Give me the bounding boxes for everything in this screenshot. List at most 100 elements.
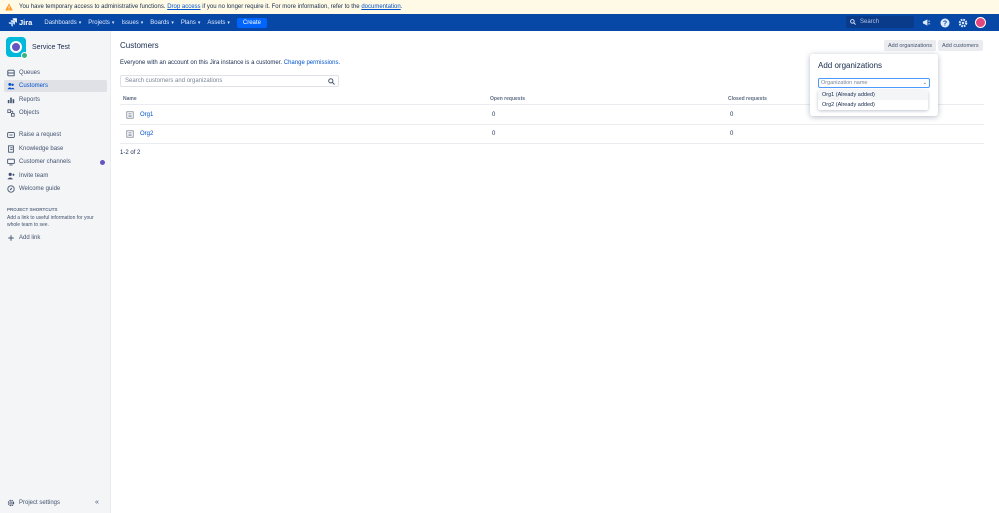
sidebar-item-reports[interactable]: Reports xyxy=(4,94,107,106)
sidebar-item-label: Customer channels xyxy=(19,159,71,165)
settings-gear-icon xyxy=(7,499,15,507)
chevron-down-icon: ▾ xyxy=(140,19,144,26)
organization-link[interactable]: Org1 xyxy=(140,112,153,118)
nav-issues[interactable]: Issues ▾ xyxy=(121,20,143,26)
svg-text:?: ? xyxy=(942,20,946,27)
page-title: Customers xyxy=(120,41,159,50)
nav-label: Projects xyxy=(88,19,110,26)
add-organizations-dialog: Add organizations Organization name ⌄ Or… xyxy=(810,54,938,116)
plus-icon xyxy=(7,234,15,242)
organization-name-input[interactable]: Organization name ⌄ xyxy=(818,78,930,88)
nav-dashboards[interactable]: Dashboards ▾ xyxy=(44,20,81,26)
sidebar-item-label: Welcome guide xyxy=(19,186,61,192)
help-icon[interactable]: ? xyxy=(939,17,950,28)
table-cell-open-requests: 0 xyxy=(492,131,496,137)
project-name: Service Test xyxy=(32,43,70,51)
table-row-divider xyxy=(120,143,984,144)
raise-request-icon xyxy=(7,131,15,139)
nav-assets[interactable]: Assets ▾ xyxy=(207,20,230,26)
banner-text-end: . xyxy=(400,4,403,10)
add-link-button[interactable]: Add link xyxy=(4,232,107,244)
sidebar-item-customers[interactable]: Customers xyxy=(4,80,107,92)
chevron-down-icon: ▾ xyxy=(111,19,115,26)
queues-icon xyxy=(7,69,15,77)
banner-text: You have temporary access to administrat… xyxy=(19,4,166,10)
reports-icon xyxy=(7,96,15,104)
table-cell-closed-requests: 0 xyxy=(730,131,734,137)
sidebar-item-label: Queues xyxy=(19,70,41,76)
project-header[interactable]: Service Test xyxy=(0,31,110,59)
table-cell-open-requests: 0 xyxy=(492,112,496,118)
change-permissions-link[interactable]: Change permissions. xyxy=(284,60,340,66)
nav-label: Boards xyxy=(150,19,170,26)
dropdown-option-org1[interactable]: Org1 (Already added) xyxy=(818,90,928,100)
sidebar-item-customer-channels[interactable]: Customer channels xyxy=(4,156,107,168)
monitor-icon xyxy=(7,158,15,166)
sidebar-item-label: Objects xyxy=(19,110,40,116)
sidebar-item-queues[interactable]: Queues xyxy=(4,67,107,79)
project-settings-label: Project settings xyxy=(19,500,61,506)
drop-access-link[interactable]: Drop access xyxy=(167,4,200,10)
dialog-title: Add organizations xyxy=(818,61,883,70)
nav-plans[interactable]: Plans ▾ xyxy=(181,20,201,26)
collapse-sidebar-icon[interactable]: « xyxy=(95,499,99,506)
add-organizations-button[interactable]: Add organizations xyxy=(884,40,937,51)
sidebar-item-objects[interactable]: Objects xyxy=(4,107,107,119)
project-settings-link[interactable]: Project settings xyxy=(7,499,60,507)
sidebar-item-knowledge-base[interactable]: Knowledge base xyxy=(4,143,107,155)
table-row-org2-name[interactable]: Org2 xyxy=(126,130,153,138)
column-header-closed-requests[interactable]: Closed requests xyxy=(728,96,767,102)
nav-label: Dashboards xyxy=(44,19,77,26)
customers-description: Everyone with an account on this Jira in… xyxy=(120,60,340,66)
organization-dropdown-list: Org1 (Already added) Org2 (Already added… xyxy=(818,90,928,110)
notifications-icon[interactable] xyxy=(921,17,932,28)
user-avatar[interactable] xyxy=(975,17,986,28)
search-icon xyxy=(850,19,856,25)
organization-icon xyxy=(126,111,134,119)
book-icon xyxy=(7,145,15,153)
objects-icon xyxy=(7,109,15,117)
project-sidebar: Service Test Queues Customers Reports Ob… xyxy=(0,31,111,513)
table-cell-closed-requests: 0 xyxy=(730,112,734,118)
jira-icon xyxy=(8,18,17,27)
organization-name-placeholder: Organization name xyxy=(821,80,868,86)
organization-link[interactable]: Org2 xyxy=(140,131,153,137)
add-person-icon xyxy=(7,172,15,180)
column-header-name[interactable]: Name xyxy=(123,96,137,102)
customers-icon xyxy=(7,82,15,90)
nav-label: Plans xyxy=(180,19,196,26)
column-header-open-requests[interactable]: Open requests xyxy=(490,96,525,102)
nav-label: Issues xyxy=(121,19,139,26)
compass-icon xyxy=(7,185,15,193)
search-placeholder: Search xyxy=(860,19,880,25)
table-row-divider xyxy=(120,124,984,125)
sidebar-item-invite-team[interactable]: Invite team xyxy=(4,170,107,182)
banner-text-middle: if you no longer require it. For more in… xyxy=(202,4,360,10)
create-button[interactable]: Create xyxy=(236,17,267,28)
sidebar-item-welcome-guide[interactable]: Welcome guide xyxy=(4,183,107,195)
sidebar-item-label: Customers xyxy=(19,83,49,89)
project-shortcuts-description: Add a link to useful information for you… xyxy=(7,215,94,228)
table-row-org1-name[interactable]: Org1 xyxy=(126,111,153,119)
sidebar-item-label: Knowledge base xyxy=(19,146,64,152)
customer-search-input[interactable]: Search customers and organizations xyxy=(120,75,339,87)
chevron-down-icon[interactable]: ⌄ xyxy=(923,80,927,86)
dropdown-option-org2[interactable]: Org2 (Already added) xyxy=(818,100,928,110)
warning-icon xyxy=(5,3,13,11)
top-navigation: Jira Dashboards ▾ Projects ▾ Issues ▾ Board… xyxy=(0,14,999,31)
chevron-down-icon: ▾ xyxy=(197,19,201,26)
pagination-count: 1-2 of 2 xyxy=(120,150,141,156)
nav-boards[interactable]: Boards ▾ xyxy=(150,20,174,26)
add-link-label: Add link xyxy=(19,235,41,241)
documentation-link[interactable]: documentation xyxy=(361,4,400,10)
global-search-input[interactable]: Search xyxy=(846,16,914,28)
chevron-down-icon: ▾ xyxy=(171,19,174,26)
project-shortcuts-heading: PROJECT SHORTCUTS xyxy=(7,207,58,212)
nav-projects[interactable]: Projects ▾ xyxy=(88,20,114,26)
chevron-down-icon: ▾ xyxy=(78,19,82,26)
settings-gear-icon[interactable] xyxy=(957,17,968,28)
sidebar-item-raise-request[interactable]: Raise a request xyxy=(4,129,107,141)
jira-logo[interactable]: Jira xyxy=(8,18,32,27)
add-customers-button[interactable]: Add customers xyxy=(938,40,983,51)
sidebar-item-label: Reports xyxy=(19,97,41,103)
